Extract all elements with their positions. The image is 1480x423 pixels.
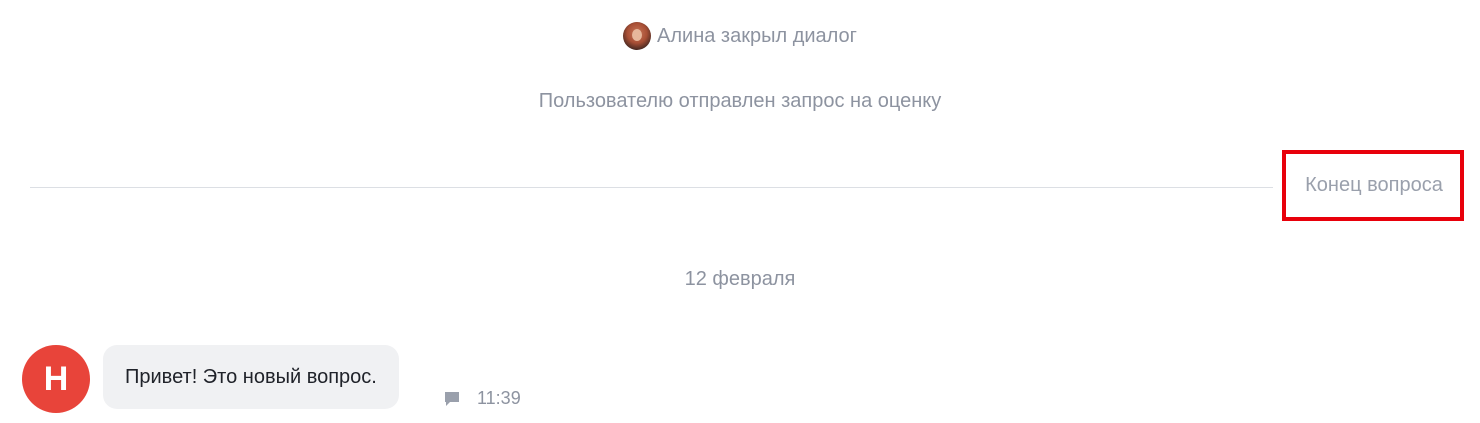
end-of-question-highlight: Конец вопроса: [1282, 150, 1464, 221]
divider-line: [30, 187, 1273, 188]
date-separator: 12 февраля: [684, 268, 796, 290]
message-meta: 11:39: [443, 388, 521, 409]
dialog-closed-text: Алина закрыл диалог: [657, 24, 857, 47]
end-of-question-label: Конец вопроса: [1305, 174, 1443, 196]
dialog-closed-event: Алина закрыл диалог: [0, 22, 1480, 50]
message-text: Привет! Это новый вопрос.: [125, 365, 377, 388]
question-end-divider: Конец вопроса: [30, 150, 1470, 226]
user-avatar[interactable]: Н: [22, 345, 90, 413]
message-bubble[interactable]: Привет! Это новый вопрос.: [103, 345, 399, 409]
rating-request-event: Пользователю отправлен запрос на оценку: [538, 90, 942, 112]
message-time: 11:39: [477, 388, 521, 408]
agent-avatar: [623, 22, 652, 50]
comment-icon: [445, 391, 459, 406]
chat-history: Алина закрыл диалог Пользователю отправл…: [0, 0, 1480, 423]
